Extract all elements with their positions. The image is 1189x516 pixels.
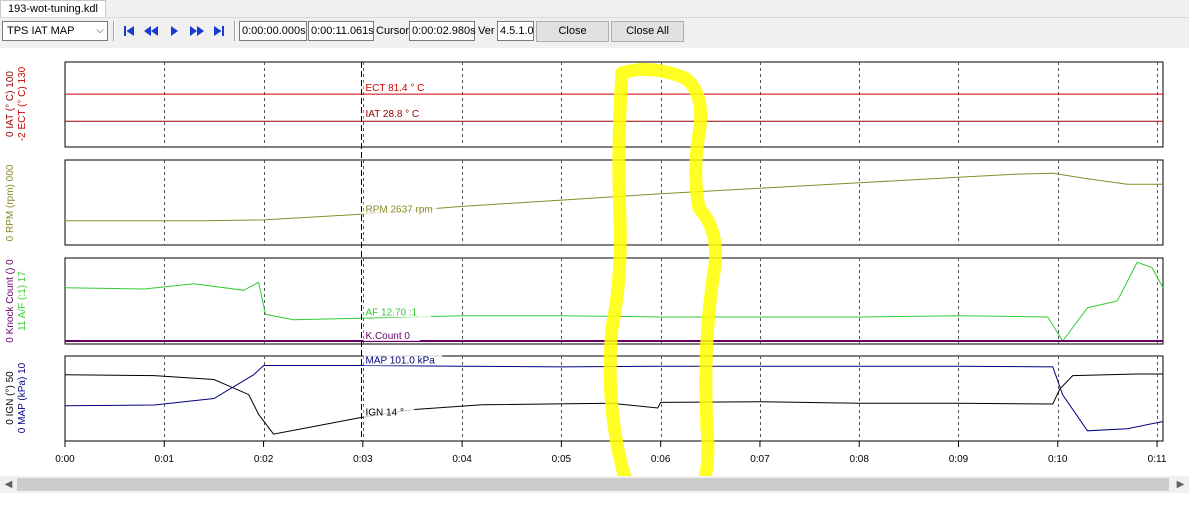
time-tick-label: 0:07 bbox=[750, 454, 770, 465]
scrollbar-thumb[interactable] bbox=[17, 478, 1169, 491]
log-plot-area[interactable]: 0 IAT (° C) 100 -2 ECT (° C) 130 0 RPM (rp… bbox=[0, 48, 1189, 476]
skip-to-start-button[interactable] bbox=[120, 22, 138, 40]
play-icon bbox=[171, 26, 178, 36]
time-tick-label: 0:00 bbox=[55, 454, 75, 465]
af-cursor-label: AF 12.70 :1 bbox=[366, 307, 418, 318]
time-tick-label: 0:01 bbox=[155, 454, 175, 465]
time-tick-label: 0:09 bbox=[949, 454, 969, 465]
iat-cursor-label: IAT 28.8 ° C bbox=[366, 109, 420, 120]
status-area bbox=[0, 493, 1189, 516]
time-tick-label: 0:10 bbox=[1048, 454, 1068, 465]
scroll-right-arrow-icon[interactable]: ▶ bbox=[1172, 476, 1189, 493]
ect-axis-label: -2 ECT (° C) 130 bbox=[17, 66, 28, 141]
skip-to-end-button[interactable] bbox=[210, 22, 228, 40]
chevron-down-icon: ⌵ bbox=[96, 25, 104, 36]
step-forward-button[interactable] bbox=[188, 22, 206, 40]
fast-forward-icon bbox=[190, 26, 204, 36]
time-tick-label: 0:08 bbox=[849, 454, 869, 465]
version-field: 4.5.1.0 bbox=[497, 21, 534, 41]
time-tick-label: 0:11 bbox=[1148, 454, 1167, 465]
close-button[interactable]: Close bbox=[536, 21, 609, 42]
log-plot: 0 IAT (° C) 100 -2 ECT (° C) 130 0 RPM (rp… bbox=[5, 61, 1167, 476]
time-tick-label: 0:06 bbox=[651, 454, 671, 465]
iat-axis-label: 0 IAT (° C) 100 bbox=[5, 71, 16, 137]
horizontal-scrollbar[interactable]: ◀ ▶ bbox=[0, 476, 1189, 493]
rpm-cursor-label: RPM 2637 rpm bbox=[366, 204, 433, 215]
step-back-button[interactable] bbox=[142, 22, 160, 40]
ign-axis-label: 0 IGN (°) 50 bbox=[5, 371, 16, 425]
time-tick-label: 0:03 bbox=[353, 454, 373, 465]
toolbar-separator bbox=[113, 21, 115, 41]
end-time-field: 0:00:11.061s bbox=[308, 21, 374, 41]
time-tick-label: 0:04 bbox=[452, 454, 472, 465]
ect-cursor-label: ECT 81.4 ° C bbox=[366, 83, 425, 94]
rewind-icon bbox=[144, 26, 158, 36]
knock-count-axis-label: 0 Knock Count () 0 bbox=[5, 259, 16, 343]
skip-start-icon bbox=[124, 26, 134, 36]
skip-end-icon bbox=[214, 26, 224, 36]
map-axis-label: 0 MAP (kPa) 10 bbox=[17, 362, 28, 433]
time-tick-label: 0:05 bbox=[552, 454, 572, 465]
time-tick-label: 0:02 bbox=[254, 454, 274, 465]
af-axis-label: 11 A/F (:1) 17 bbox=[17, 271, 28, 331]
start-time-field: 0:00:00.000s bbox=[239, 21, 307, 41]
close-all-button[interactable]: Close All bbox=[611, 21, 684, 42]
scroll-left-arrow-icon[interactable]: ◀ bbox=[0, 476, 17, 493]
cursor-label: Cursor bbox=[376, 25, 410, 37]
cursor-time-field: 0:00:02.980s bbox=[409, 21, 476, 41]
version-label: Ver bbox=[478, 25, 495, 37]
ign-cursor-label: IGN 14 ° bbox=[366, 407, 404, 418]
play-button[interactable] bbox=[165, 22, 183, 40]
map-select[interactable]: TPS IAT MAP ⌵ bbox=[2, 21, 108, 41]
kcount-cursor-label: K.Count 0 bbox=[366, 331, 411, 342]
map-select-value: TPS IAT MAP bbox=[7, 25, 75, 37]
document-tab-strip: 193-wot-tuning.kdl bbox=[0, 0, 1189, 18]
toolbar: TPS IAT MAP ⌵ 0:00:00.000s 0:00:11.061s … bbox=[0, 18, 1189, 48]
rpm-axis-label: 0 RPM (rpm) 000 bbox=[5, 164, 16, 241]
toolbar-separator bbox=[234, 21, 236, 41]
y-axis-labels: 0 IAT (° C) 100 -2 ECT (° C) 130 0 RPM (rp… bbox=[5, 66, 28, 433]
map-cursor-label: MAP 101.0 kPa bbox=[366, 355, 436, 366]
tab-log-file[interactable]: 193-wot-tuning.kdl bbox=[0, 0, 106, 17]
